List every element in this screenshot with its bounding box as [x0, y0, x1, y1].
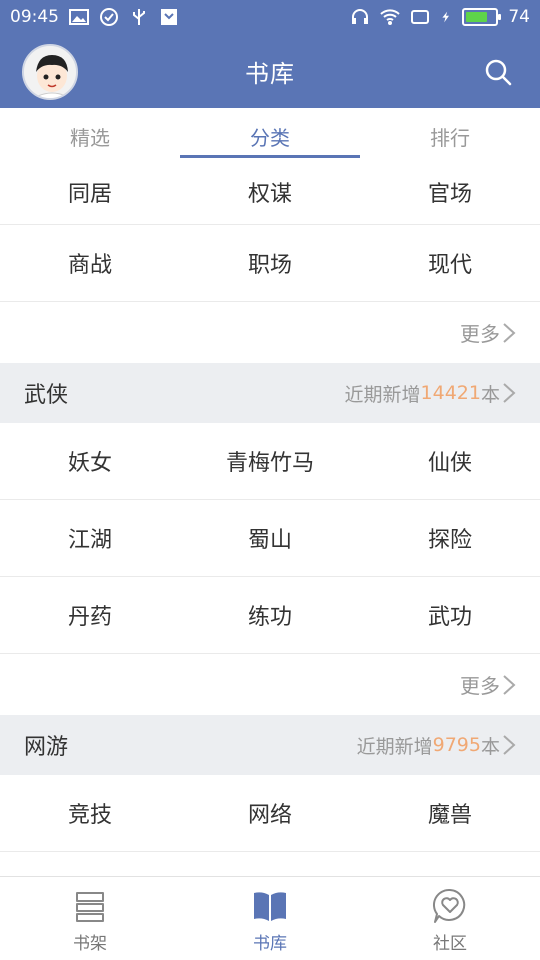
nav-library[interactable]: 书库 [180, 877, 360, 960]
battery-icon [462, 8, 502, 26]
section-title: 武侠 [24, 383, 69, 408]
section-header-online-games[interactable]: 网游 近期新增 9795 本 [0, 715, 540, 775]
more-label: 更多 [460, 322, 500, 346]
screen-rotate-icon [411, 10, 430, 24]
chevron-right-icon [503, 674, 516, 695]
category-item[interactable]: 练功 [180, 577, 360, 653]
book-icon [254, 892, 286, 921]
category-row: 同居 权谋 官场 [0, 160, 540, 225]
meta-prefix: 近期新增 [356, 735, 433, 758]
category-item[interactable]: 现代 [360, 225, 540, 301]
category-item[interactable]: 权谋 [180, 160, 360, 224]
bottom-navigation: 书架 书库 社区 [0, 876, 540, 960]
meta-suffix: 本 [480, 735, 500, 758]
more-link[interactable]: 更多 [0, 654, 540, 715]
page-title: 书库 [245, 59, 295, 88]
category-item[interactable]: 职场 [180, 225, 360, 301]
headphones-icon [352, 9, 369, 24]
charging-icon [442, 11, 450, 23]
category-item[interactable]: 丹药 [0, 577, 180, 653]
category-item[interactable]: 妖女 [0, 423, 180, 499]
section-meta: 近期新增 9795 本 [357, 732, 516, 759]
category-list[interactable]: 同居 权谋 官场 商战 职场 现代 更多 武侠 近期新增 14421 本 妖女 … [0, 160, 540, 876]
category-item[interactable]: 竞技 [0, 775, 180, 851]
section-title: 网游 [24, 735, 69, 760]
clock: 09:45 [10, 7, 59, 27]
community-icon [432, 888, 466, 923]
section-header-wuxia[interactable]: 武侠 近期新增 14421 本 [0, 363, 540, 423]
battery-level: 74 [508, 7, 530, 27]
wifi-icon [380, 9, 401, 25]
nav-bookshelf[interactable]: 书架 [0, 877, 180, 960]
app-header: 书库 [0, 34, 540, 108]
tab-ranking[interactable]: 排行 [360, 108, 540, 160]
more-label: 更多 [460, 674, 500, 698]
new-count: 9795 [432, 734, 481, 756]
section-meta: 近期新增 14421 本 [345, 380, 516, 407]
category-item[interactable]: 网络 [180, 775, 360, 851]
chevron-right-icon [503, 735, 516, 755]
meta-suffix: 本 [480, 383, 500, 406]
chevron-right-icon [503, 322, 516, 343]
bookshelf-icon [76, 892, 104, 922]
avatar-cartoon-icon [24, 46, 76, 98]
avatar[interactable] [22, 44, 78, 100]
category-item[interactable]: 武功 [360, 577, 540, 653]
nav-label: 书架 [73, 934, 107, 954]
category-item[interactable]: 青梅竹马 [180, 423, 360, 499]
category-item[interactable]: 仙侠 [360, 423, 540, 499]
check-circle-icon [100, 8, 118, 26]
category-item[interactable]: 同居 [0, 160, 180, 224]
image-notification-icon [69, 9, 89, 25]
category-item[interactable]: 商战 [0, 225, 180, 301]
category-item[interactable]: 魔兽 [360, 775, 540, 851]
category-row: 妖女 青梅竹马 仙侠 [0, 423, 540, 500]
category-item[interactable]: 探险 [360, 500, 540, 576]
search-icon[interactable] [484, 58, 512, 86]
category-item[interactable]: 蜀山 [180, 500, 360, 576]
nav-label: 书库 [253, 934, 287, 954]
status-bar: 09:45 74 [0, 0, 540, 34]
category-item[interactable]: 江湖 [0, 500, 180, 576]
category-row: 商战 职场 现代 [0, 225, 540, 302]
more-link[interactable]: 更多 [0, 302, 540, 363]
nav-label: 社区 [433, 934, 467, 954]
category-item[interactable]: 官场 [360, 160, 540, 224]
meta-prefix: 近期新增 [344, 383, 421, 406]
nav-community[interactable]: 社区 [360, 877, 540, 960]
new-count: 14421 [420, 382, 481, 404]
tab-categories[interactable]: 分类 [180, 108, 360, 160]
chevron-right-icon [503, 383, 516, 403]
usb-icon [133, 9, 145, 25]
top-tabs: 精选 分类 排行 [0, 108, 540, 160]
tab-featured[interactable]: 精选 [0, 108, 180, 160]
category-row: 江湖 蜀山 探险 [0, 500, 540, 577]
category-row: 竞技 网络 魔兽 [0, 775, 540, 852]
category-row: 丹药 练功 武功 [0, 577, 540, 654]
download-notification-icon [161, 9, 177, 25]
